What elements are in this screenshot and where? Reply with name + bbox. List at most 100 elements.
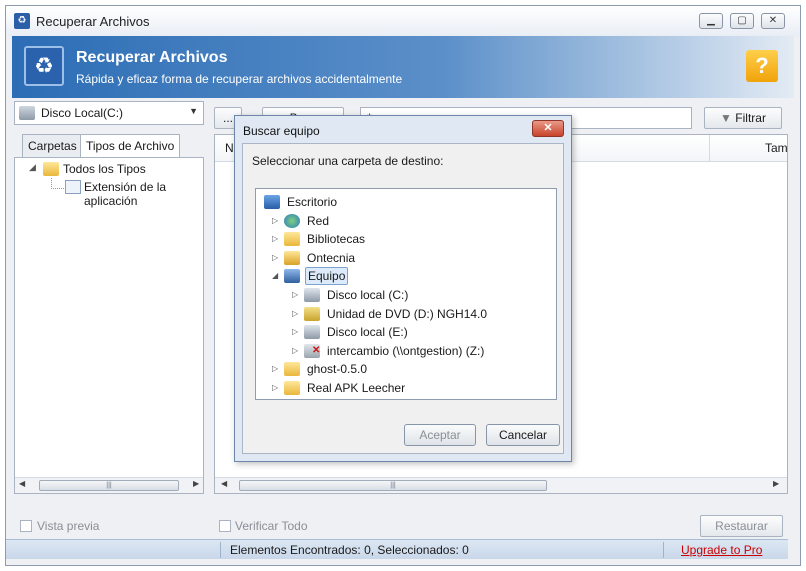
folder-tree-row[interactable]: ▷ ✕ intercambio (\\ontgestion) (Z:) — [256, 342, 554, 360]
expand-arrow-icon[interactable]: ▷ — [292, 286, 302, 304]
accept-button[interactable]: Aceptar — [404, 424, 476, 446]
dvd-drive-icon — [304, 306, 320, 321]
folder-tree-label: Unidad de DVD (D:) NGH14.0 — [327, 306, 488, 321]
window-title: Recuperar Archivos — [36, 14, 150, 29]
folder-tree-label: Equipo — [305, 267, 349, 286]
expand-arrow-icon[interactable]: ▷ — [272, 230, 282, 248]
drive-icon — [304, 325, 320, 340]
folder-tree: Escritorio ▷ Red ▷ Bibliotecas ▷ Ontecnia ◢ Equi… — [255, 188, 557, 400]
chevron-down-icon: ▼ — [189, 106, 198, 116]
status-bar: Elementos Encontrados: 0, Seleccionados:… — [6, 539, 788, 559]
tree-root-item[interactable]: Todos los Tipos — [63, 162, 146, 176]
libraries-icon — [284, 232, 300, 247]
folder-tree-label: Real APK Leecher — [307, 381, 406, 395]
column-size-header[interactable]: Tam — [765, 135, 788, 161]
folder-tree-row[interactable]: ▷ Disco local (E:) — [256, 323, 554, 341]
collapse-arrow-icon[interactable]: ◢ — [29, 162, 36, 173]
drive-icon — [304, 288, 320, 302]
upgrade-link[interactable]: Upgrade to Pro — [681, 543, 762, 557]
verify-all-label: Verificar Todo — [235, 519, 308, 533]
browse-folder-dialog: Buscar equipo ✕ Seleccionar una carpeta … — [234, 115, 572, 462]
header-subtitle: Rápida y eficaz forma de recuperar archi… — [76, 72, 403, 86]
drive-select[interactable]: Disco Local(C:) ▼ — [14, 101, 204, 125]
tab-carpetas[interactable]: Carpetas — [22, 134, 83, 157]
folder-tree-row[interactable]: ◢ Equipo — [256, 267, 554, 286]
scroll-thumb[interactable]: ||| — [39, 480, 179, 491]
folder-tree-row[interactable]: ▷ Unidad de DVD (D:) NGH14.0 — [256, 305, 554, 323]
folder-tree-row[interactable]: Escritorio — [256, 193, 554, 211]
filter-button[interactable]: ▼ Filtrar — [704, 107, 782, 129]
column-name-header[interactable]: N — [225, 135, 234, 161]
status-found-text: Elementos Encontrados: 0, Seleccionados:… — [230, 543, 469, 557]
minimize-icon: ▁ — [707, 15, 715, 26]
preview-checkbox[interactable] — [20, 520, 32, 532]
file-types-tree-panel: ◢ Todos los Tipos Extensión de la aplica… — [14, 157, 204, 494]
app-recycle-icon: ♻ — [14, 13, 30, 29]
recycle-bin-icon: ♻ — [24, 46, 64, 86]
close-button[interactable]: ✕ — [761, 13, 785, 29]
scroll-right-icon[interactable]: ▶ — [773, 479, 779, 488]
expand-arrow-icon[interactable]: ▷ — [292, 323, 302, 341]
filter-label: Filtrar — [735, 111, 766, 125]
application-file-icon — [65, 180, 81, 194]
drive-icon — [19, 106, 35, 120]
left-horizontal-scrollbar[interactable]: ◀ ||| ▶ — [15, 477, 203, 493]
user-folder-icon — [284, 250, 300, 265]
minimize-button[interactable]: ▁ — [699, 13, 723, 29]
title-bar[interactable]: ♻ Recuperar Archivos ▁ ▢ ✕ — [6, 6, 800, 36]
folder-icon — [284, 381, 300, 395]
dialog-prompt: Seleccionar una carpeta de destino: — [252, 154, 444, 168]
folder-tree-row[interactable]: ▷ Bibliotecas — [256, 230, 554, 248]
scroll-right-icon[interactable]: ▶ — [193, 479, 199, 488]
column-divider — [709, 135, 710, 161]
dialog-title: Buscar equipo — [243, 124, 320, 138]
close-icon: ✕ — [543, 122, 553, 134]
funnel-icon: ▼ — [720, 111, 732, 125]
expand-arrow-icon[interactable]: ▷ — [292, 342, 302, 360]
expand-arrow-icon[interactable]: ▷ — [292, 305, 302, 323]
scroll-left-icon[interactable]: ◀ — [221, 479, 227, 488]
scroll-left-icon[interactable]: ◀ — [19, 479, 25, 488]
computer-icon — [284, 269, 300, 284]
folder-tree-label: ghost-0.5.0 — [307, 362, 368, 377]
folder-tree-row[interactable]: ▷ ghost-0.5.0 — [256, 360, 554, 378]
restore-button[interactable]: Restaurar — [700, 515, 783, 537]
maximize-icon: ▢ — [737, 15, 747, 26]
status-divider — [220, 542, 221, 558]
expand-arrow-icon[interactable]: ▷ — [272, 249, 282, 267]
status-divider — [663, 542, 664, 558]
dialog-body: Seleccionar una carpeta de destino: Escr… — [242, 143, 564, 454]
expand-arrow-icon[interactable]: ▷ — [272, 360, 282, 378]
folder-tree-row[interactable]: ▷ Disco local (C:) — [256, 286, 554, 304]
folder-icon — [284, 362, 300, 377]
tree-connector — [51, 178, 64, 189]
close-icon: ✕ — [768, 15, 778, 26]
folder-tree-row[interactable]: ▷ Real APK Leecher — [256, 379, 554, 397]
folder-tree-label: Escritorio — [287, 195, 338, 209]
network-icon — [284, 213, 300, 228]
preview-label: Vista previa — [37, 519, 100, 533]
folder-tree-row[interactable]: ▷ Ontecnia — [256, 249, 554, 267]
drive-select-value: Disco Local(C:) — [41, 106, 124, 120]
tree-child-item[interactable]: Extensión de la aplicación — [84, 180, 203, 208]
expand-arrow-icon[interactable]: ▷ — [272, 212, 282, 230]
maximize-button[interactable]: ▢ — [730, 13, 754, 29]
verify-all-checkbox[interactable] — [219, 520, 231, 532]
folder-tree-label: Bibliotecas — [307, 232, 366, 247]
expand-arrow-icon[interactable]: ▷ — [272, 379, 282, 397]
collapse-arrow-icon[interactable]: ◢ — [272, 267, 282, 285]
folder-tree-label: Disco local (E:) — [327, 325, 408, 340]
right-horizontal-scrollbar[interactable]: ◀ ||| ▶ — [215, 477, 787, 493]
desktop-icon — [264, 195, 280, 209]
folder-tree-row[interactable]: ▷ Red — [256, 212, 554, 230]
tab-tipos-de-archivo[interactable]: Tipos de Archivo — [80, 134, 181, 158]
disconnected-icon: ✕ — [312, 344, 321, 356]
folder-tree-label: Red — [307, 213, 330, 228]
scroll-thumb[interactable]: ||| — [239, 480, 547, 491]
cancel-button[interactable]: Cancelar — [486, 424, 560, 446]
folder-tree-label: intercambio (\\ontgestion) (Z:) — [327, 343, 485, 358]
folder-tree-label: Ontecnia — [307, 250, 356, 265]
folder-tree-label: Disco local (C:) — [327, 288, 409, 302]
dialog-close-button[interactable]: ✕ — [532, 120, 564, 137]
help-button[interactable]: ? — [746, 50, 778, 82]
